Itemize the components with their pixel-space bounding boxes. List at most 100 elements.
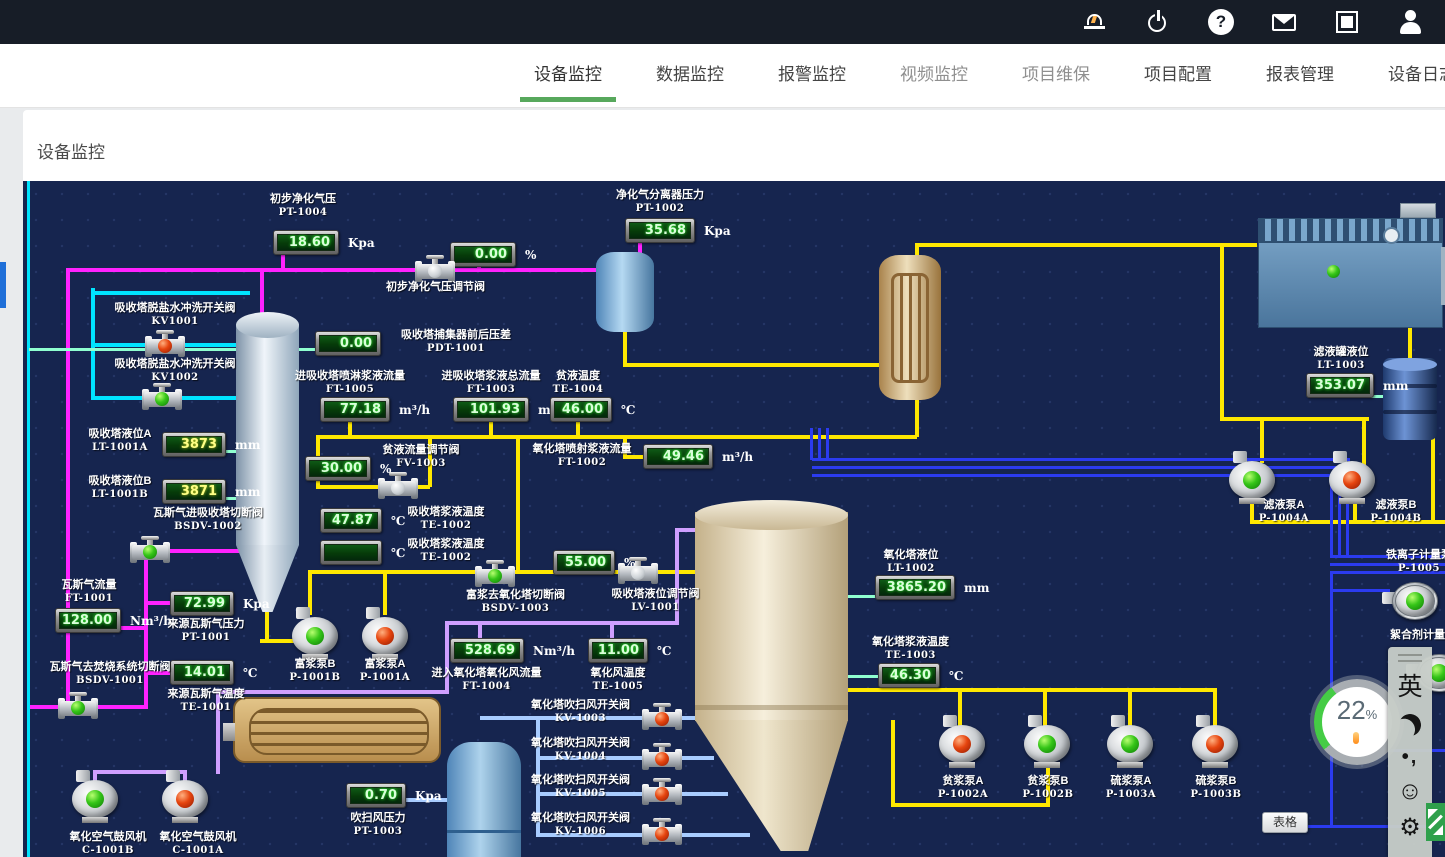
belt-filter-machine [1258, 218, 1443, 328]
device-label: 硫浆泵BP-1003B [1181, 775, 1251, 801]
device-label: 贫液流量调节阀FV-1003 [361, 444, 481, 470]
pipe [1431, 438, 1435, 524]
valve-kv-1004[interactable] [644, 743, 680, 773]
device-label: 富浆泵AP-1001A [355, 658, 415, 684]
device-label: 富浆去氧化塔切断阀BSDV-1003 [448, 589, 583, 615]
gauge-unit: Kpa [243, 597, 270, 611]
pump-p-1003a[interactable] [1105, 721, 1155, 767]
valve-bsdv-1002[interactable] [132, 536, 168, 566]
valve-status-green [71, 701, 85, 715]
led-gauge-ft-1005: 77.18m³/h [320, 397, 430, 422]
valve-bsdv-1003[interactable] [477, 560, 513, 590]
oxidation-tower-dome [695, 500, 848, 530]
tab-report-management[interactable]: 报表管理 [1260, 44, 1340, 108]
device-label: 进入氧化塔氧化风流量FT-1004 [419, 667, 554, 693]
gauge-value: 0.00 [454, 246, 512, 263]
valve-status-green [143, 545, 157, 559]
valve-status-red [158, 339, 172, 353]
pump-status-green [1430, 664, 1445, 682]
tank-seam [447, 830, 521, 833]
expand-button[interactable] [1426, 803, 1445, 841]
power-icon[interactable] [1145, 9, 1171, 35]
user-icon[interactable] [1397, 9, 1423, 35]
smiley-icon[interactable]: ☺ [1392, 772, 1428, 810]
tab-alarm-monitor[interactable]: 报警监控 [772, 44, 852, 108]
moon-icon[interactable] [1397, 712, 1424, 739]
table-button[interactable]: 表格 [1262, 812, 1308, 833]
pump-p-1004b[interactable] [1327, 457, 1377, 503]
help-icon[interactable]: ? [1208, 9, 1234, 35]
device-label: 氧化塔浆液温度TE-1003 [853, 636, 968, 662]
device-label: 铁离子计量泵P-1005 [1353, 549, 1445, 575]
gauge-value: 3865.20 [879, 579, 951, 596]
sidebar-accent-tab [0, 262, 6, 308]
pipe [915, 398, 919, 437]
pipe [810, 428, 813, 460]
pump-p-1001b[interactable] [290, 613, 340, 659]
ime-language-toggle[interactable]: 英 [1392, 670, 1428, 704]
gauge-value: 528.69 [454, 642, 520, 659]
valve-status-red [655, 827, 669, 841]
gear-icon[interactable]: ⚙ [1392, 810, 1428, 846]
pump-p-1003b[interactable] [1190, 721, 1240, 767]
pump-p-1002b[interactable] [1022, 721, 1072, 767]
device-label: 氧化塔液位LT-1002 [861, 549, 961, 575]
valve-status-gray [428, 264, 442, 278]
device-label: 吸收塔浆液温度TE-1002 [391, 506, 501, 532]
device-label: 氧化塔喷射浆液流量FT-1002 [523, 443, 641, 469]
pump-p-1001a[interactable] [360, 613, 410, 659]
valve-fv-1003[interactable] [380, 472, 416, 502]
pump-p-1002a[interactable] [937, 721, 987, 767]
exchanger-nozzle [223, 723, 235, 741]
valve-kv1002[interactable] [144, 383, 180, 413]
valve-kv-1006[interactable] [644, 818, 680, 848]
pipe [383, 570, 387, 615]
valve-lv-1001[interactable] [620, 557, 656, 587]
device-label: 初步净化气压调节阀 [348, 281, 523, 295]
tab-project-config[interactable]: 项目配置 [1138, 44, 1218, 108]
pipe [1408, 326, 1412, 360]
pump-p-1004a[interactable] [1227, 457, 1277, 503]
valve-status-red [655, 787, 669, 801]
device-label: 氧化塔吹扫风开关阀KV-1003 [518, 699, 643, 725]
fullscreen-icon[interactable] [1334, 9, 1360, 35]
device-label: 滤液罐液位LT-1003 [1291, 346, 1391, 372]
content-card: 设备监控 22% [23, 110, 1445, 857]
oxidation-tower-cone [695, 720, 848, 851]
pump-status-red [1206, 735, 1224, 753]
device-label: 吸收塔液位ALT-1001A [81, 428, 159, 454]
valve-status-red [655, 752, 669, 766]
device-label: 絮合剂计量泵 [1358, 629, 1445, 643]
tab-data-monitor[interactable]: 数据监控 [650, 44, 730, 108]
gauge-unit: m³/h [722, 450, 753, 464]
pump-p-1005[interactable] [1390, 578, 1440, 624]
ime-drag-handle[interactable] [1398, 660, 1422, 662]
valve-kv1001[interactable] [147, 330, 183, 360]
led-gauge-pdt-1001: 0.00 [315, 331, 381, 356]
led-gauge-lt-1001b: 3871mm [162, 479, 260, 504]
mail-icon[interactable] [1271, 9, 1297, 35]
ime-drag-handle[interactable] [1398, 654, 1422, 656]
device-label: 吸收塔脱盐水冲洗开关阀KV1001 [85, 302, 265, 328]
device-label: 贫液温度TE-1004 [528, 370, 628, 396]
punctuation-icon[interactable]: •, [1392, 742, 1428, 772]
tab-device-monitor[interactable]: 设备监控 [528, 44, 608, 108]
gauge-unit: Kpa [704, 224, 731, 238]
machine-status-led [1327, 265, 1340, 278]
tab-device-log[interactable]: 设备日志 [1382, 44, 1445, 108]
valve-bsdv-1001[interactable] [60, 692, 96, 722]
pump-status-red [376, 627, 394, 645]
device-label: 硫浆泵AP-1003A [1096, 775, 1166, 801]
tab-video-monitor[interactable]: 视频监控 [894, 44, 974, 108]
pump-c-1001a[interactable] [160, 776, 210, 822]
led-gauge: 0.00% [450, 242, 536, 267]
valve-kv-1005[interactable] [644, 778, 680, 808]
heat-exchanger-column [879, 255, 941, 400]
valve-status-red [655, 712, 669, 726]
valve-kv-1003[interactable] [644, 703, 680, 733]
pump-c-1001b[interactable] [70, 776, 120, 822]
alarm-light-icon[interactable] [1082, 9, 1108, 35]
device-label: 吸收塔浆液温度TE-1002 [391, 538, 501, 564]
tab-project-maintenance[interactable]: 项目维保 [1016, 44, 1096, 108]
main-nav: 设备监控 数据监控 报警监控 视频监控 项目维保 项目配置 报表管理 设备日志 [0, 44, 1445, 108]
